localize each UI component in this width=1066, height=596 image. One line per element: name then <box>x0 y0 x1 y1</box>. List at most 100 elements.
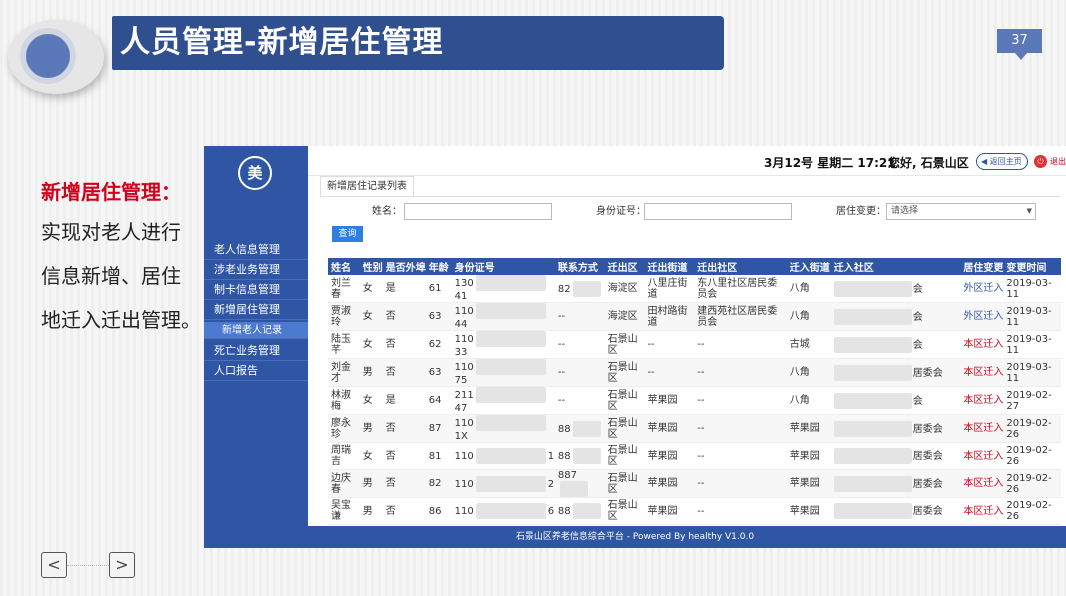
cell-phone-text: 88 <box>557 423 571 435</box>
cell-out-community-text: 东八里社区居民委员会 <box>697 277 778 300</box>
cell-change: 本区迁入 <box>960 442 1004 470</box>
cell-name: 刘金才 <box>328 358 360 387</box>
cell-in-street: 八角 <box>786 358 831 387</box>
cell-age-text: 81 <box>428 450 442 462</box>
cell-out-community: -- <box>694 469 787 498</box>
cell-id: 13041 <box>451 275 555 303</box>
cell-in-street: 苹果园 <box>786 414 831 443</box>
sidebar-item-elder-business[interactable]: 涉老业务管理 <box>204 260 308 280</box>
tab-residence-list[interactable]: 新增居住记录列表 <box>320 176 414 196</box>
cell-time: 2019-03-11 <box>1003 330 1061 359</box>
sidebar-subitem-new-elder-record[interactable]: 新增老人记录 <box>204 322 308 339</box>
cell-name-text: 刘兰春 <box>331 277 351 300</box>
date-time: 3月12号 星期二 17:21 <box>764 156 896 170</box>
cell-gender-text: 男 <box>362 423 373 434</box>
change-link[interactable]: 外区迁入 <box>963 311 1003 322</box>
cell-id: 1101X <box>451 414 555 443</box>
cell-out-district: 石景山区 <box>604 386 645 415</box>
cell-name-text: 林淑梅 <box>331 389 351 412</box>
cell-out-district: 石景山区 <box>604 330 645 359</box>
table-header-row: 姓名 性别 是否外埠 年龄 身份证号 联系方式 迁出区 迁出街道 迁出社区 迁入… <box>328 258 1061 275</box>
query-button[interactable]: 查询 <box>332 226 363 242</box>
redaction-mask <box>475 303 546 319</box>
main-content: 3月12号 星期二 17:21 您好, 石景山区 ◀ 返回主页 ⏻ 退出 新增居住… <box>308 146 1066 526</box>
col-age: 年龄 <box>425 258 452 275</box>
cell-out-street-text: 八里庄街道 <box>647 277 688 300</box>
cell-name-text: 贾淑玲 <box>331 305 351 328</box>
cell-out-street: 苹果园 <box>644 386 695 415</box>
cell-time-text: 2019-03-11 <box>1006 305 1052 328</box>
description-line: 实现对老人进行 <box>41 220 181 244</box>
id-input[interactable] <box>644 203 792 220</box>
cell-in-community-text: 居委会 <box>912 451 943 462</box>
table-row: 刘金才男否 63 11075 -- 石景山区 -- -- 八角 居委会 本区迁入 2019-03-1… <box>328 358 1061 387</box>
description-body: 实现对老人进行 信息新增、居住 地迁入迁出管理。 <box>41 210 211 342</box>
cell-gender: 女 <box>359 275 383 303</box>
cell-in-street: 苹果园 <box>786 497 831 525</box>
sidebar-menu: 老人信息管理 涉老业务管理 制卡信息管理 新增居住管理 新增老人记录 死亡业务管… <box>204 240 308 381</box>
prev-slide-button[interactable]: < <box>41 552 67 578</box>
cell-name: 刘兰春 <box>328 275 360 303</box>
redaction-mask <box>475 475 546 492</box>
cell-out-street: -- <box>644 330 695 359</box>
change-link[interactable]: 本区迁入 <box>963 339 1003 350</box>
next-slide-button[interactable]: > <box>109 552 135 578</box>
cell-id-start: 110 <box>454 451 474 462</box>
cell-outside: 是 <box>382 386 426 415</box>
redaction-mask <box>833 280 912 297</box>
cell-gender: 女 <box>359 386 383 415</box>
cell-time-text: 2019-03-11 <box>1006 361 1052 384</box>
col-out-street: 迁出街道 <box>644 258 695 275</box>
cell-out-district-text: 石景山区 <box>607 361 638 384</box>
cell-time: 2019-03-11 <box>1003 275 1061 303</box>
change-link[interactable]: 本区迁入 <box>963 367 1003 378</box>
table-row: 陆玉芊女否 62 11033 -- 石景山区 -- -- 古城会本区迁入 2019-03-11 <box>328 330 1061 359</box>
change-select[interactable]: 请选择 ▼ <box>886 203 1036 220</box>
app-logo: 美 <box>238 156 272 190</box>
change-link[interactable]: 本区迁入 <box>963 451 1003 462</box>
change-link[interactable]: 本区迁入 <box>963 395 1003 406</box>
sidebar-item-card-info[interactable]: 制卡信息管理 <box>204 280 308 300</box>
cell-outside: 是 <box>382 275 426 303</box>
cell-time: 2019-02-26 <box>1003 469 1061 498</box>
sidebar-item-death-business[interactable]: 死亡业务管理 <box>204 341 308 361</box>
cell-id: 21147 <box>451 386 555 415</box>
change-link[interactable]: 本区迁入 <box>963 478 1003 489</box>
greeting: 您好, 石景山区 <box>888 156 969 170</box>
cell-in-street: 八角 <box>786 275 831 303</box>
cell-id-end: 75 <box>454 375 468 386</box>
cell-in-community: 居委会 <box>830 414 961 443</box>
cell-outside: 否 <box>382 330 426 359</box>
cell-outside-text: 是 <box>385 395 396 406</box>
cell-out-district-text: 石景山区 <box>607 445 638 467</box>
change-link[interactable]: 本区迁入 <box>963 423 1003 434</box>
cell-gender-text: 男 <box>362 367 373 378</box>
change-link[interactable]: 本区迁入 <box>963 506 1003 517</box>
cell-in-community-text: 居委会 <box>912 423 943 435</box>
cell-outside-text: 否 <box>385 478 396 489</box>
cell-outside-text: 否 <box>385 367 396 378</box>
cell-in-street: 八角 <box>786 302 831 331</box>
cell-in-community: 会 <box>830 330 961 359</box>
cell-out-district-text: 海淀区 <box>607 311 638 322</box>
cell-time-text: 2019-02-26 <box>1006 472 1052 495</box>
cell-in-street-text: 八角 <box>789 283 810 294</box>
cell-name-text: 陆玉芊 <box>331 333 351 356</box>
redaction-mask <box>475 359 546 375</box>
cell-time-text: 2019-02-26 <box>1006 500 1052 522</box>
home-button[interactable]: ◀ 返回主页 <box>976 153 1028 170</box>
sidebar-item-residence[interactable]: 新增居住管理 <box>204 300 308 320</box>
cell-id-end: 2 <box>547 478 555 490</box>
cell-gender: 男 <box>359 358 383 387</box>
sidebar-item-elder-info[interactable]: 老人信息管理 <box>204 240 308 260</box>
name-input[interactable] <box>404 203 552 220</box>
logout-button[interactable]: ⏻ 退出 <box>1034 153 1066 170</box>
cell-out-district-text: 石景山区 <box>607 333 638 356</box>
table-row: 廖永珍男否 87 1101X 88 石景山区 苹果园 -- 苹果园 居委会 本区迁入 2019-02… <box>328 414 1061 443</box>
cell-phone: 887 <box>554 469 605 498</box>
cell-out-district: 石景山区 <box>604 358 645 387</box>
cell-change: 外区迁入 <box>960 275 1004 303</box>
cell-phone: 82 <box>554 275 605 303</box>
change-link[interactable]: 外区迁入 <box>963 283 1003 294</box>
sidebar-item-population-report[interactable]: 人口报告 <box>204 361 308 381</box>
